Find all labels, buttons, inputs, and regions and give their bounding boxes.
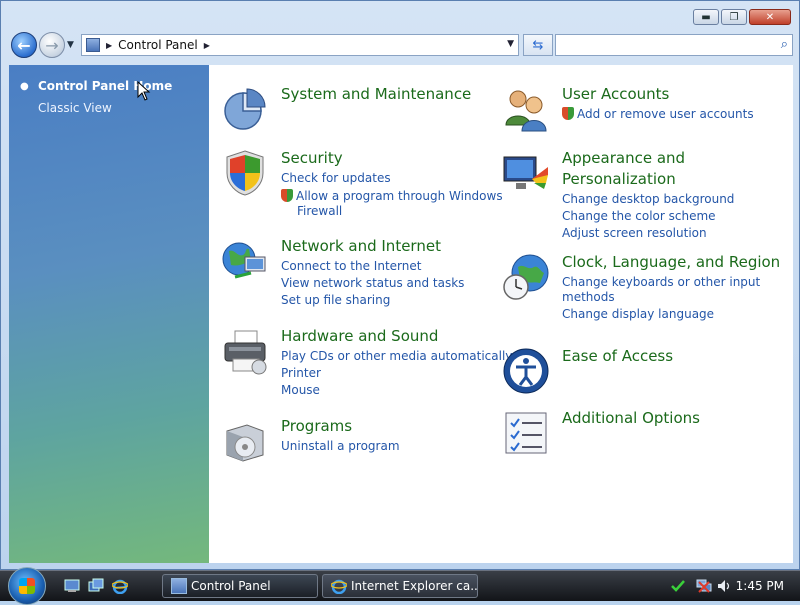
category-title-appearance-line1[interactable]: Appearance and bbox=[562, 149, 685, 167]
link-set-up-file-sharing[interactable]: Set up file sharing bbox=[281, 293, 390, 307]
minimize-button[interactable]: ▬ bbox=[693, 9, 719, 25]
link-allow-program-text: Allow a program through Windows bbox=[296, 189, 503, 203]
category-appearance-personalization: Appearance and Personalization Change de… bbox=[502, 149, 782, 240]
notification-area: 1:45 PM bbox=[660, 571, 800, 601]
windows-logo-icon bbox=[19, 578, 35, 594]
control-panel-window: ▬ ❐ ✕ ← → ▼ ▶ Control Panel ▶ ▼ ⇆ ⌕ ● Co… bbox=[0, 0, 800, 570]
category-network-internet: Network and Internet Connect to the Inte… bbox=[221, 237, 501, 309]
category-hardware-sound: Hardware and Sound Play CDs or other med… bbox=[221, 327, 512, 399]
mouse-cursor-icon bbox=[137, 81, 151, 101]
close-button[interactable]: ✕ bbox=[749, 9, 791, 25]
uac-shield-icon bbox=[281, 189, 293, 202]
breadcrumb-control-panel[interactable]: Control Panel bbox=[118, 38, 198, 52]
user-accounts-icon bbox=[505, 90, 547, 132]
programs-box-icon bbox=[226, 424, 264, 462]
category-title-appearance-line2[interactable]: Personalization bbox=[562, 170, 676, 188]
category-title-network-internet[interactable]: Network and Internet bbox=[281, 237, 441, 255]
category-title-additional-options[interactable]: Additional Options bbox=[562, 409, 700, 427]
current-page-bullet-icon: ● bbox=[20, 81, 29, 92]
category-user-accounts: User Accounts Add or remove user account… bbox=[502, 85, 782, 137]
category-ease-of-access: Ease of Access bbox=[502, 347, 782, 399]
security-shield-icon bbox=[226, 150, 264, 196]
system-maintenance-icon bbox=[224, 88, 266, 130]
category-clock-language-region: Clock, Language, and Region Change keybo… bbox=[502, 253, 792, 329]
link-change-display-language[interactable]: Change display language bbox=[562, 307, 714, 321]
category-title-user-accounts[interactable]: User Accounts bbox=[562, 85, 669, 103]
category-programs: Programs Uninstall a program bbox=[221, 417, 501, 467]
network-globe-icon bbox=[222, 242, 266, 279]
taskbar-clock[interactable]: 1:45 PM bbox=[736, 579, 784, 593]
back-arrow-icon: ← bbox=[17, 35, 31, 55]
category-title-ease-of-access[interactable]: Ease of Access bbox=[562, 347, 673, 365]
ease-of-access-icon bbox=[503, 348, 549, 394]
breadcrumb-separator-icon[interactable]: ▶ bbox=[106, 41, 112, 50]
title-bar[interactable]: ▬ ❐ ✕ bbox=[1, 1, 799, 31]
refresh-button[interactable]: ⇆ bbox=[523, 34, 553, 56]
category-title-hardware-sound[interactable]: Hardware and Sound bbox=[281, 327, 438, 345]
additional-options-checklist-icon bbox=[505, 412, 547, 454]
category-title-security[interactable]: Security bbox=[281, 149, 343, 167]
link-add-remove-user-accounts[interactable]: Add or remove user accounts bbox=[562, 107, 754, 121]
link-uninstall-program[interactable]: Uninstall a program bbox=[281, 439, 400, 453]
link-change-color-scheme[interactable]: Change the color scheme bbox=[562, 209, 716, 223]
printer-icon bbox=[224, 330, 267, 375]
link-check-for-updates[interactable]: Check for updates bbox=[281, 171, 391, 185]
forward-button[interactable]: → bbox=[39, 32, 65, 58]
link-add-remove-text: Add or remove user accounts bbox=[577, 107, 754, 121]
volume-tray-icon[interactable] bbox=[716, 578, 732, 594]
link-connect-to-internet[interactable]: Connect to the Internet bbox=[281, 259, 421, 273]
start-button[interactable] bbox=[8, 567, 46, 605]
category-title-clock-language-region[interactable]: Clock, Language, and Region bbox=[562, 253, 780, 271]
task-pane: ● Control Panel Home Classic View bbox=[9, 65, 209, 563]
category-title-system-maintenance[interactable]: System and Maintenance bbox=[281, 85, 471, 103]
network-tray-icon[interactable] bbox=[696, 578, 712, 594]
switch-windows-icon[interactable] bbox=[88, 578, 104, 594]
taskbar-button-internet-explorer[interactable]: Internet Explorer ca... bbox=[322, 574, 478, 598]
link-allow-program-firewall-line2[interactable]: Firewall bbox=[297, 204, 342, 218]
navigation-bar: ← → ▼ ▶ Control Panel ▶ ▼ ⇆ ⌕ bbox=[9, 31, 793, 59]
back-button[interactable]: ← bbox=[11, 32, 37, 58]
address-bar[interactable]: ▶ Control Panel ▶ ▼ bbox=[81, 34, 519, 56]
taskbar: Control Panel Internet Explorer ca... 1:… bbox=[0, 567, 800, 605]
control-panel-icon bbox=[171, 578, 187, 594]
link-change-desktop-background[interactable]: Change desktop background bbox=[562, 192, 734, 206]
sidebar-item-control-panel-home[interactable]: Control Panel Home bbox=[38, 79, 172, 93]
breadcrumb-chevron-icon[interactable]: ▶ bbox=[204, 41, 210, 50]
windows-update-tray-icon[interactable] bbox=[670, 578, 686, 594]
category-title-programs[interactable]: Programs bbox=[281, 417, 352, 435]
link-view-network-status[interactable]: View network status and tasks bbox=[281, 276, 464, 290]
category-system-maintenance: System and Maintenance bbox=[221, 85, 491, 137]
forward-arrow-icon: → bbox=[45, 35, 59, 55]
link-change-keyboards[interactable]: Change keyboards or other input bbox=[562, 275, 760, 289]
link-printer[interactable]: Printer bbox=[281, 366, 321, 380]
link-change-keyboards-line2[interactable]: methods bbox=[562, 290, 615, 304]
internet-explorer-icon bbox=[331, 579, 347, 594]
taskbar-button-label: Internet Explorer ca... bbox=[351, 579, 478, 593]
control-panel-icon bbox=[86, 38, 100, 52]
link-allow-program-firewall[interactable]: Allow a program through Windows bbox=[281, 189, 503, 203]
category-view: System and Maintenance Security Check fo… bbox=[209, 65, 793, 563]
category-additional-options: Additional Options bbox=[502, 409, 782, 461]
window-controls: ▬ ❐ ✕ bbox=[693, 9, 791, 25]
category-security: Security Check for updates Allow a progr… bbox=[221, 149, 503, 229]
search-icon[interactable]: ⌕ bbox=[781, 37, 788, 52]
link-adjust-screen-resolution[interactable]: Adjust screen resolution bbox=[562, 226, 707, 240]
sidebar-item-classic-view[interactable]: Classic View bbox=[38, 101, 112, 115]
appearance-monitor-icon bbox=[503, 156, 548, 189]
taskbar-button-label: Control Panel bbox=[191, 579, 271, 593]
maximize-button[interactable]: ❐ bbox=[721, 9, 747, 25]
refresh-icon: ⇆ bbox=[532, 37, 544, 53]
address-dropdown-icon[interactable]: ▼ bbox=[507, 39, 514, 49]
internet-explorer-icon[interactable] bbox=[112, 578, 128, 594]
recent-pages-dropdown[interactable]: ▼ bbox=[67, 40, 74, 50]
clock-globe-icon bbox=[503, 254, 549, 300]
uac-shield-icon bbox=[562, 107, 574, 120]
taskbar-button-control-panel[interactable]: Control Panel bbox=[162, 574, 318, 598]
link-play-cds-automatically[interactable]: Play CDs or other media automatically bbox=[281, 349, 512, 363]
search-input[interactable]: ⌕ bbox=[555, 34, 793, 56]
link-mouse[interactable]: Mouse bbox=[281, 383, 320, 397]
show-desktop-icon[interactable] bbox=[64, 578, 80, 594]
